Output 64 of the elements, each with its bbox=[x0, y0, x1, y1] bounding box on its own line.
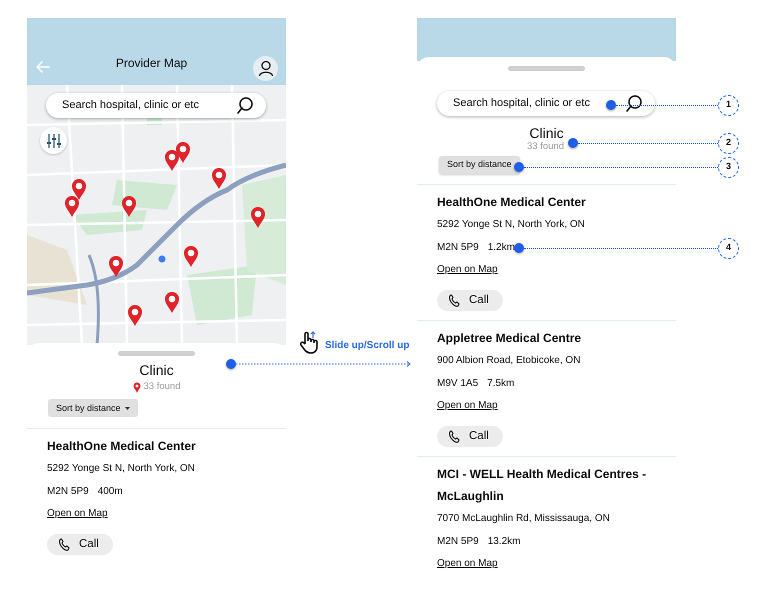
call-button[interactable]: Call bbox=[437, 290, 503, 311]
distance-text: 1.2km bbox=[488, 241, 515, 255]
provider-name: MCI - WELL Health Medical Centres - McLaughlin bbox=[437, 466, 648, 505]
distance-text: 7.5km bbox=[487, 377, 514, 391]
sliders-icon bbox=[46, 134, 60, 148]
hand-gesture-icon bbox=[300, 331, 318, 354]
drag-handle[interactable] bbox=[118, 351, 195, 356]
postal-code: M2N 5P9 bbox=[437, 535, 479, 549]
search-placeholder: Search hospital, clinic or etc bbox=[62, 98, 199, 114]
results-count: 33 found bbox=[144, 380, 180, 394]
search-field[interactable]: Search hospital, clinic or etc bbox=[437, 91, 655, 116]
map-pin-icon[interactable] bbox=[128, 305, 142, 326]
profile-button[interactable] bbox=[253, 56, 278, 81]
results-title: Clinic bbox=[139, 361, 174, 379]
phone-icon bbox=[58, 537, 71, 552]
postal-code: M2N 5P9 bbox=[47, 485, 89, 500]
callout-number: 2 bbox=[718, 132, 739, 154]
postal-code: M2N 5P9 bbox=[437, 241, 479, 255]
results-title: Clinic bbox=[529, 125, 564, 141]
distance-text: 13.2km bbox=[488, 535, 520, 549]
open-on-map-link[interactable]: Open on Map bbox=[437, 259, 498, 281]
sort-button[interactable]: Sort by distance bbox=[439, 156, 520, 174]
map-pin-icon bbox=[132, 382, 140, 393]
callout-number: 3 bbox=[718, 156, 739, 178]
map-pin-icon[interactable] bbox=[72, 179, 86, 200]
provider-name: HealthOne Medical Center bbox=[47, 438, 197, 456]
location-dot-icon bbox=[158, 256, 166, 262]
provider-address: 900 Albion Road, Etobicoke, ON bbox=[437, 354, 582, 368]
provider-address: 5292 Yonge St N, North York, ON bbox=[47, 462, 196, 476]
map-pin-icon[interactable] bbox=[251, 207, 265, 228]
map-pin-icon[interactable] bbox=[212, 168, 226, 189]
open-on-map-link[interactable]: Open on Map bbox=[47, 503, 108, 526]
provider-address: 5292 Yonge St N, North York, ON bbox=[437, 218, 586, 232]
map-pin-icon[interactable] bbox=[165, 292, 179, 313]
screen-title: Provider Map bbox=[116, 55, 188, 72]
search-icon[interactable] bbox=[626, 95, 643, 112]
provider-name: HealthOne Medical Center bbox=[437, 194, 587, 211]
distance-text: 400m bbox=[98, 485, 123, 500]
open-on-map-link[interactable]: Open on Map bbox=[437, 553, 498, 575]
person-icon bbox=[258, 60, 274, 77]
search-placeholder: Search hospital, clinic or etc bbox=[453, 96, 590, 112]
map-pin-icon[interactable] bbox=[109, 256, 123, 277]
map-pin-icon[interactable] bbox=[176, 142, 190, 163]
map-pin-icon[interactable] bbox=[184, 246, 198, 267]
phone-icon bbox=[448, 429, 461, 444]
callout-number: 4 bbox=[718, 238, 739, 258]
search-icon[interactable] bbox=[237, 97, 254, 114]
drag-handle[interactable] bbox=[508, 66, 585, 71]
map-pin-icon[interactable] bbox=[65, 196, 79, 217]
call-button[interactable]: Call bbox=[47, 534, 113, 556]
search-field[interactable]: Search hospital, clinic or etc bbox=[46, 93, 266, 118]
postal-code: M9V 1A5 bbox=[437, 377, 478, 391]
call-button[interactable]: Call bbox=[437, 426, 503, 447]
map-pin-icon[interactable] bbox=[122, 196, 136, 217]
caret-icon bbox=[124, 406, 130, 410]
gesture-label: Slide up/Scroll up bbox=[325, 339, 410, 353]
provider-name: Appletree Medical Centre bbox=[437, 330, 582, 347]
phone-icon bbox=[448, 293, 461, 308]
map-pin-icon[interactable] bbox=[165, 150, 179, 171]
results-count: 33 found bbox=[527, 141, 564, 152]
provider-address: 7070 McLaughlin Rd, Mississauga, ON bbox=[437, 512, 611, 526]
sort-dropdown[interactable]: Sort by distance bbox=[48, 399, 138, 418]
callout-number: 1 bbox=[718, 94, 739, 116]
open-on-map-link[interactable]: Open on Map bbox=[437, 395, 498, 417]
